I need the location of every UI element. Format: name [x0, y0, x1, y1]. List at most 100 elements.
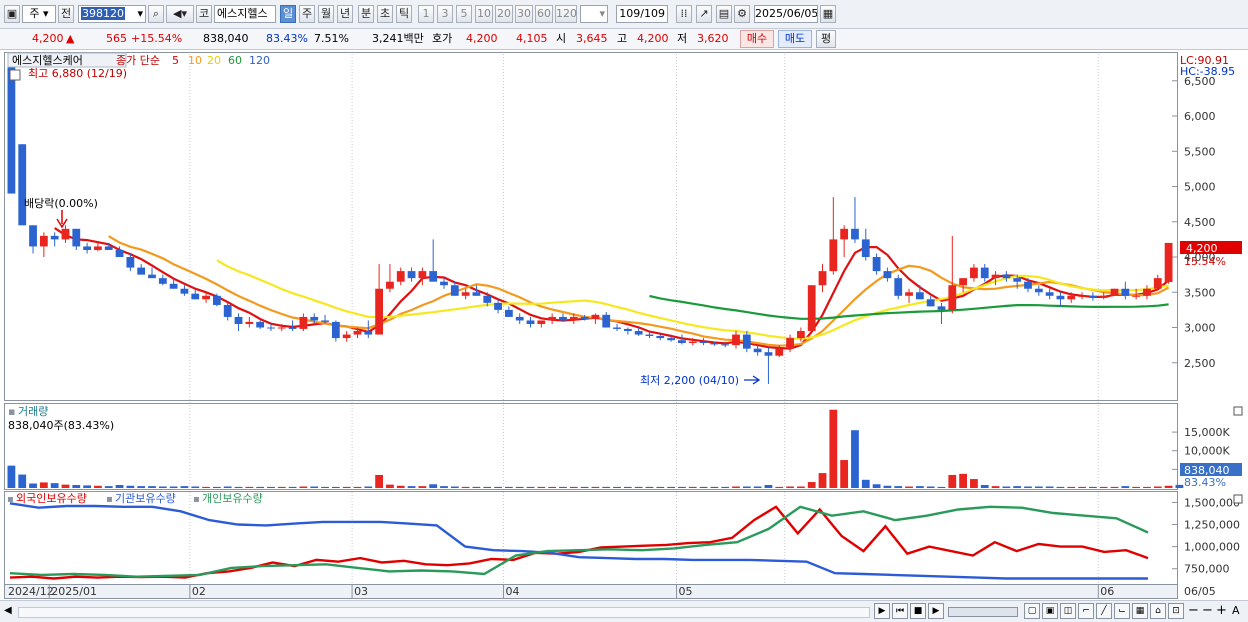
period-week-button[interactable]: 주 — [299, 5, 315, 23]
volume-bar — [613, 486, 621, 488]
count-field[interactable]: 109/109 — [616, 5, 668, 23]
tool-icon-6[interactable]: ⌙ — [1114, 603, 1130, 619]
tool-icon-7[interactable]: ▦ — [1132, 603, 1148, 619]
candle-body — [1110, 288, 1119, 296]
zoom-in-icon[interactable]: + — [1216, 603, 1227, 618]
interval-1-button[interactable]: 1 — [418, 5, 434, 23]
interval-5-button[interactable]: 5 — [456, 5, 472, 23]
candle-body — [840, 228, 849, 240]
scroll-right-icon[interactable]: ▶ — [874, 603, 890, 619]
period-select[interactable]: 주 ▾ — [22, 5, 56, 23]
candle-body — [1045, 292, 1054, 296]
calendar-icon[interactable]: ▦ — [820, 5, 836, 23]
volume-bar — [50, 483, 59, 488]
tool-icon-3[interactable]: ◫ — [1060, 603, 1076, 619]
zoom-out-icon[interactable]: − — [1188, 603, 1199, 618]
volume-bar — [721, 486, 730, 488]
font-size-icon[interactable]: A — [1232, 604, 1240, 617]
x-axis-strip — [4, 584, 1178, 599]
period-day-button[interactable]: 일 — [280, 5, 296, 23]
volume-ratio: 83.43% — [266, 32, 308, 45]
interval-20-button[interactable]: 20 — [495, 5, 513, 23]
avg-button[interactable]: 평 — [816, 30, 836, 48]
period-second-button[interactable]: 초 — [377, 5, 393, 23]
volume-bar — [29, 483, 37, 488]
interval-120-button[interactable]: 120 — [555, 5, 577, 23]
interval-dropdown[interactable]: ▾ — [580, 5, 608, 23]
buy-button[interactable]: 매수 — [740, 30, 774, 48]
x-axis-label: 2024/12 — [8, 585, 54, 598]
stop-icon[interactable]: ■ — [910, 603, 926, 619]
crosshair-icon[interactable]: ↗ — [696, 5, 712, 23]
volume-bar — [894, 486, 903, 488]
tool-icon-2[interactable]: ▣ — [1042, 603, 1058, 619]
period-year-button[interactable]: 년 — [337, 5, 353, 23]
volume-bar — [937, 486, 946, 488]
candle-body — [212, 295, 221, 305]
layout-icon[interactable]: ▣ — [4, 5, 20, 23]
search-icon[interactable]: ⌕ — [148, 5, 164, 23]
candle-body — [375, 288, 384, 335]
candle-body — [310, 316, 319, 321]
candle-body — [861, 239, 870, 258]
candle-body — [905, 292, 913, 296]
tool-icon-8[interactable]: ⌂ — [1150, 603, 1166, 619]
volume-bar — [905, 486, 913, 488]
tool-icon-4[interactable]: ⌐ — [1078, 603, 1094, 619]
volume-bar — [1078, 486, 1086, 488]
settings-icon[interactable]: ⚙ — [734, 5, 750, 23]
volume-bar — [926, 486, 935, 488]
volume-close-icon[interactable] — [1233, 406, 1243, 416]
volume-bar — [407, 486, 416, 488]
play-icon[interactable]: ▶ — [928, 603, 944, 619]
volume-bar — [126, 485, 135, 488]
period-minute-button[interactable]: 분 — [358, 5, 374, 23]
ask-price: 4,200 — [466, 32, 498, 45]
candle-body — [710, 343, 719, 345]
candle-body — [126, 257, 135, 268]
candle-body — [829, 239, 838, 272]
interval-30-button[interactable]: 30 — [515, 5, 533, 23]
x-axis-label: 05 — [679, 585, 693, 598]
zoom-icon[interactable]: ⁞⁞ — [676, 5, 692, 23]
candle-body — [764, 352, 773, 356]
period-month-button[interactable]: 월 — [318, 5, 334, 23]
volume-bar — [288, 486, 297, 488]
save-icon[interactable]: ▤ — [716, 5, 732, 23]
range-slider[interactable] — [948, 607, 1018, 617]
interval-60-button[interactable]: 60 — [535, 5, 553, 23]
calendar-small-icon[interactable] — [9, 69, 21, 81]
scroll-track[interactable] — [18, 607, 870, 618]
stock-code-input[interactable]: 398120 ▾ — [78, 5, 146, 23]
volume-bar — [158, 486, 167, 488]
sound-icon[interactable]: ◀▾ — [166, 5, 194, 23]
prev-button[interactable]: 전 — [58, 5, 74, 23]
ma-60-label: 60 — [228, 54, 242, 67]
volume-bar — [796, 486, 805, 488]
rewind-icon[interactable]: ⏮ — [892, 603, 908, 619]
holding-close-icon[interactable] — [1233, 494, 1243, 504]
candle-body — [1056, 295, 1065, 300]
interval-3-button[interactable]: 3 — [437, 5, 453, 23]
date-field[interactable]: 2025/06/05 — [754, 5, 818, 23]
candle-body — [158, 278, 167, 284]
volume-bar — [375, 474, 384, 488]
minus-icon[interactable]: − — [1202, 603, 1213, 618]
volume-bar — [1056, 486, 1065, 488]
candle-body — [94, 246, 102, 250]
period-tick-button[interactable]: 틱 — [396, 5, 412, 23]
scroll-left-icon[interactable]: ◀ — [4, 605, 12, 616]
volume-bar — [202, 486, 210, 488]
tool-icon-5[interactable]: ╱ — [1096, 603, 1112, 619]
candle-body — [288, 327, 297, 329]
sell-button[interactable]: 매도 — [778, 30, 812, 48]
tool-icon-1[interactable]: ▢ — [1024, 603, 1040, 619]
candle-body — [991, 274, 1000, 279]
candle-body — [807, 285, 816, 332]
volume-bar — [807, 482, 816, 488]
candle-body — [515, 316, 524, 321]
volume-bar — [342, 486, 351, 488]
chart-canvas[interactable]: 2,5003,0003,5004,0004,5005,0005,5006,000… — [4, 52, 1244, 600]
tool-icon-9[interactable]: ⊡ — [1168, 603, 1184, 619]
interval-10-button[interactable]: 10 — [475, 5, 493, 23]
